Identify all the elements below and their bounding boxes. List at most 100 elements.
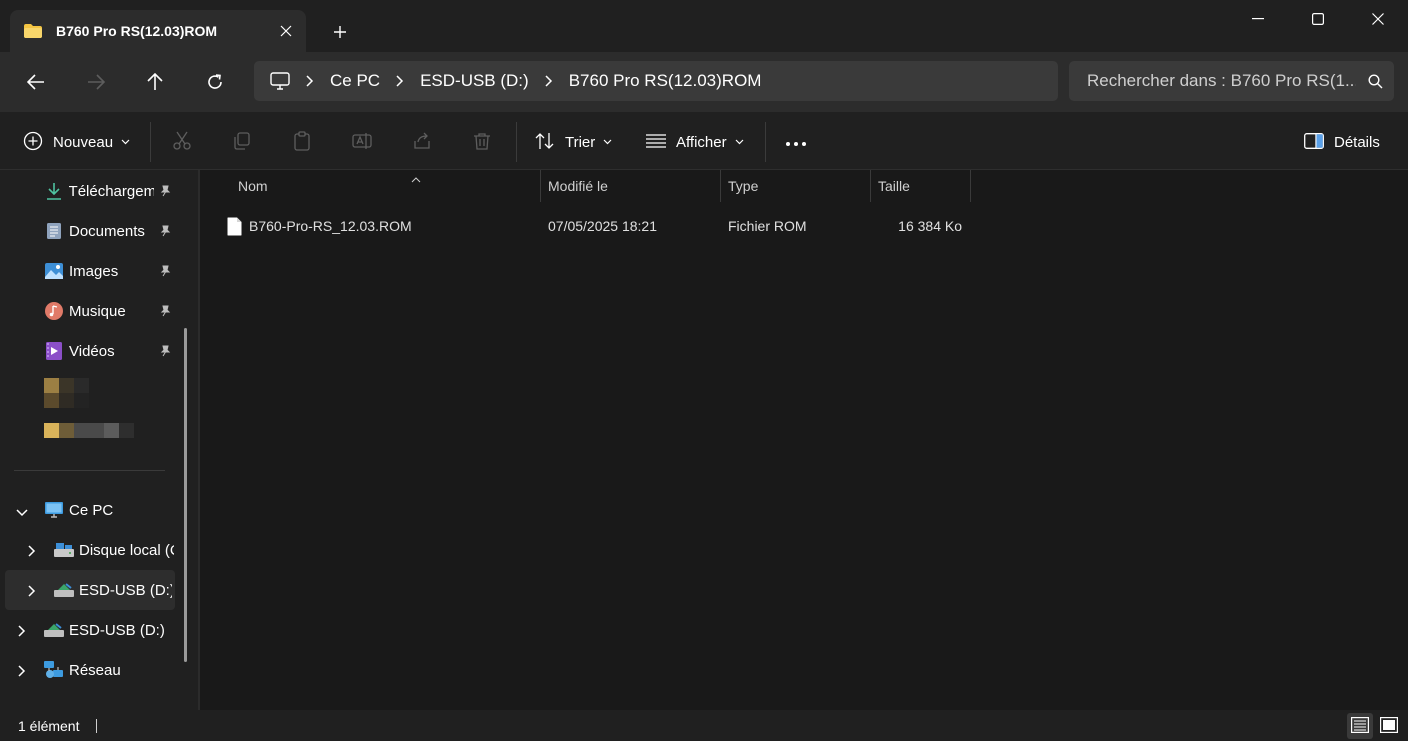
refresh-button[interactable] (197, 64, 233, 100)
copy-button[interactable] (232, 124, 252, 160)
navigation-bar: Ce PC ESD-USB (D:) B760 Pro RS(12.03)ROM… (0, 52, 1408, 112)
sidebar-item-esd-usb-selected[interactable]: ESD-USB (D:) (54, 572, 172, 608)
details-view-button[interactable] (1347, 713, 1373, 739)
view-label: Afficher (676, 133, 727, 151)
sidebar-item-images[interactable]: Images (44, 253, 154, 289)
sidebar-item-esd-usb[interactable]: ESD-USB (D:) (44, 612, 164, 648)
sidebar-item-network[interactable]: Réseau (44, 652, 164, 688)
new-tab-button[interactable] (322, 14, 358, 50)
tiles-view-icon (1380, 716, 1398, 736)
sidebar-item-videos[interactable]: Vidéos (44, 333, 154, 369)
chevron-down-icon (121, 139, 130, 145)
redacted-pixel (59, 423, 74, 438)
details-view-icon (1351, 716, 1369, 736)
download-icon (44, 181, 64, 201)
sidebar-item-label: Musique (69, 302, 126, 320)
column-header-label: Type (728, 178, 759, 194)
view-button[interactable]: Afficher (646, 124, 744, 160)
sidebar-item-downloads[interactable]: Téléchargem (44, 173, 154, 209)
more-icon (785, 134, 807, 150)
chevron-right-icon[interactable] (18, 664, 26, 680)
network-icon (44, 660, 64, 680)
file-size: 16 384 Ko (898, 218, 962, 234)
pin-icon[interactable] (157, 343, 173, 359)
column-header-modified[interactable]: Modifié le (541, 170, 721, 202)
pin-icon[interactable] (157, 183, 173, 199)
table-row[interactable]: B760-Pro-RS_12.03.ROM 07/05/2025 18:21 F… (222, 210, 972, 242)
divider (765, 122, 766, 162)
sidebar-item-local-disk[interactable]: Disque local (C (54, 532, 174, 568)
redacted-pixel (44, 378, 59, 393)
pin-icon[interactable] (157, 223, 173, 239)
chevron-down-icon (735, 139, 744, 145)
chevron-right-icon[interactable] (28, 584, 36, 600)
sidebar-item-label: Réseau (69, 661, 121, 679)
pin-icon[interactable] (157, 303, 173, 319)
chevron-down-icon (603, 139, 612, 145)
details-pane-icon (1304, 132, 1324, 152)
sidebar-item-this-pc[interactable]: Ce PC (44, 492, 164, 528)
breadcrumb-current-folder[interactable]: B760 Pro RS(12.03)ROM (569, 71, 762, 91)
share-button[interactable] (412, 124, 432, 160)
tiles-view-button[interactable] (1376, 713, 1402, 739)
usb-drive-icon (54, 580, 74, 600)
new-button[interactable]: Nouveau (23, 124, 130, 160)
sidebar-item-label: ESD-USB (D:) (69, 621, 164, 639)
details-button[interactable]: Détails (1304, 124, 1380, 160)
chevron-right-icon (306, 75, 314, 87)
paste-button[interactable] (292, 124, 312, 160)
redacted-pixel (44, 393, 59, 408)
search-input[interactable]: Rechercher dans : B760 Pro RS(1... (1069, 61, 1394, 101)
sidebar-scrollbar[interactable] (184, 328, 187, 662)
document-icon (44, 221, 64, 241)
redacted-pixel (59, 378, 74, 393)
file-name: B760-Pro-RS_12.03.ROM (249, 218, 412, 234)
search-icon[interactable] (1356, 73, 1394, 89)
sidebar-item-label: ESD-USB (D:) (79, 581, 172, 599)
navigation-pane: Téléchargem Documents Images Musique Vid… (0, 170, 198, 710)
minimize-button[interactable] (1228, 0, 1288, 38)
sort-label: Trier (565, 133, 596, 151)
list-view-icon (646, 133, 666, 151)
redacted-pixel (44, 423, 59, 438)
back-button[interactable] (18, 64, 54, 100)
breadcrumb-esd-usb[interactable]: ESD-USB (D:) (420, 71, 529, 91)
cut-button[interactable] (172, 124, 192, 160)
column-header-type[interactable]: Type (721, 170, 871, 202)
chevron-right-icon[interactable] (18, 624, 26, 640)
address-bar[interactable]: Ce PC ESD-USB (D:) B760 Pro RS(12.03)ROM (254, 61, 1058, 101)
more-options-button[interactable] (785, 124, 807, 160)
forward-button[interactable] (78, 64, 114, 100)
copy-icon (232, 131, 252, 154)
breadcrumb-ce-pc[interactable]: Ce PC (330, 71, 380, 91)
window-close-button[interactable] (1348, 0, 1408, 38)
tab-active[interactable]: B760 Pro RS(12.03)ROM (10, 10, 306, 52)
usb-drive-icon (44, 620, 64, 640)
sidebar-item-music[interactable]: Musique (44, 293, 154, 329)
redacted-pixel (74, 393, 89, 408)
divider (150, 122, 151, 162)
maximize-button[interactable] (1288, 0, 1348, 38)
tab-close-icon[interactable] (266, 11, 306, 51)
column-header-name[interactable]: Nom (231, 170, 541, 202)
pin-icon[interactable] (157, 263, 173, 279)
delete-button[interactable] (472, 124, 492, 160)
sort-button[interactable]: Trier (535, 124, 612, 160)
rename-button[interactable] (352, 124, 372, 160)
title-bar: B760 Pro RS(12.03)ROM (0, 0, 1408, 60)
chevron-right-icon[interactable] (28, 544, 36, 560)
sidebar-item-label: Documents (69, 222, 145, 240)
redacted-pixel (74, 378, 89, 393)
sidebar-item-documents[interactable]: Documents (44, 213, 154, 249)
rename-icon (352, 131, 372, 154)
redacted-pixel (119, 423, 134, 438)
chevron-down-icon[interactable] (16, 504, 28, 520)
sidebar-item-label: Ce PC (69, 501, 114, 519)
up-button[interactable] (137, 64, 173, 100)
video-icon (44, 341, 64, 361)
chevron-right-icon[interactable] (396, 75, 404, 87)
chevron-right-icon[interactable] (545, 75, 553, 87)
column-header-size[interactable]: Taille (871, 170, 971, 202)
divider (14, 470, 165, 471)
redacted-pixel (74, 423, 104, 438)
